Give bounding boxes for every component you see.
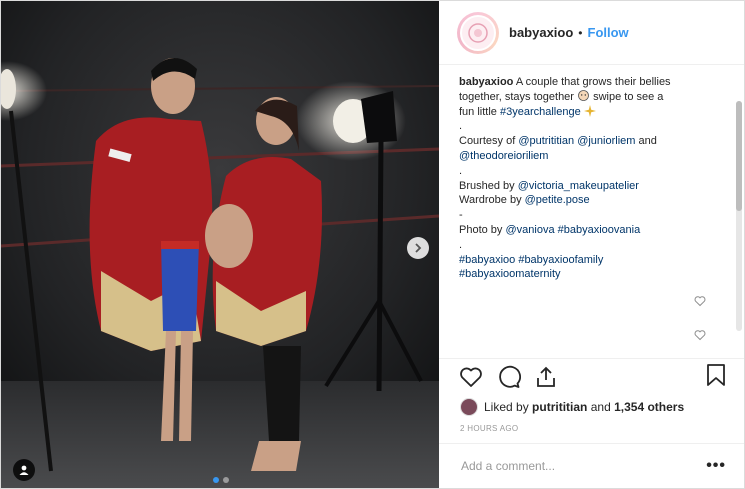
carousel-dot	[223, 477, 229, 483]
save-button[interactable]	[706, 363, 726, 392]
post-photo	[1, 1, 439, 488]
caption-text: Brushed by	[459, 179, 515, 192]
hashtag-link[interactable]: #3yearchallenge	[500, 106, 581, 118]
instagram-post: babyaxioo • Follow babyaxioo A couple th…	[0, 0, 745, 489]
mention-link[interactable]: @petite.pose	[525, 194, 590, 206]
post-header: babyaxioo • Follow	[439, 1, 744, 65]
profile-avatar[interactable]	[457, 11, 499, 54]
post-sidebar: babyaxioo • Follow babyaxioo A couple th…	[439, 1, 744, 488]
add-comment-bar: •••	[439, 443, 744, 488]
caption-dot: .	[459, 164, 463, 177]
username-link[interactable]: babyaxioo	[509, 25, 573, 40]
mention-link[interactable]: @victoria_makeupatelier	[518, 180, 639, 192]
sparkle-emoji-icon	[583, 104, 596, 117]
next-photo-button[interactable]	[407, 237, 429, 259]
mention-link[interactable]: @vaniova	[505, 224, 554, 236]
share-button[interactable]	[535, 366, 557, 388]
comments-scroll-thumb[interactable]	[736, 101, 742, 211]
post-media[interactable]	[1, 1, 439, 488]
caption-text: Photo by	[459, 223, 503, 236]
hashtag-link[interactable]: #babyaxioovania	[558, 224, 641, 236]
caption-text: together, stays together	[459, 90, 574, 103]
baby-emoji-icon	[578, 89, 589, 101]
caption-text: Wardrobe by	[459, 194, 522, 207]
separator-dot: •	[578, 25, 583, 40]
avatar-logo	[460, 14, 496, 51]
share-icon	[537, 366, 555, 387]
comment-icon	[499, 365, 521, 388]
user-tag-icon	[19, 465, 29, 475]
like-button[interactable]	[459, 366, 483, 388]
liker-username[interactable]: putrititian	[532, 400, 587, 414]
carousel-indicator	[213, 477, 229, 483]
heart-icon	[460, 367, 482, 387]
more-options-button[interactable]: •••	[706, 457, 726, 475]
caption-dash: -	[459, 209, 463, 222]
likes-count[interactable]: 1,354 others	[614, 400, 684, 414]
comment-input[interactable]	[459, 458, 693, 474]
likes-and: and	[590, 400, 611, 414]
user-tag-button[interactable]	[13, 459, 35, 481]
mention-link[interactable]: @theodoreioriliem	[459, 150, 548, 162]
caption-text: A couple that grows their bellies	[515, 76, 671, 88]
mention-link[interactable]: @juniorliem	[577, 135, 635, 147]
likes-prefix: Liked by	[484, 400, 529, 414]
bookmark-icon	[707, 363, 725, 386]
carousel-dot-active	[213, 477, 219, 483]
action-bar	[439, 358, 744, 395]
caption-text: Courtesy of	[459, 135, 516, 148]
chevron-right-icon	[415, 243, 422, 253]
likes-summary: Liked by putrititian and 1,354 others	[439, 395, 744, 419]
caption-dot: .	[459, 238, 463, 251]
comment-button[interactable]	[497, 365, 521, 389]
comment-like-heart-icon[interactable]	[694, 295, 706, 307]
follow-button[interactable]: Follow	[588, 25, 629, 40]
caption-area: babyaxioo A couple that grows their bell…	[439, 65, 744, 358]
logo-icon	[468, 22, 488, 43]
liker-avatar[interactable]	[460, 398, 478, 416]
caption-username[interactable]: babyaxioo	[459, 76, 513, 88]
post-timestamp[interactable]: 2 HOURS AGO	[439, 419, 744, 437]
comment-like-heart-icon[interactable]	[694, 329, 706, 341]
hashtag-link[interactable]: #babyaxioo #babyaxioofamily	[459, 254, 603, 266]
hashtag-link[interactable]: #babyaxioomaternity	[459, 268, 561, 280]
caption-text: fun little	[459, 105, 497, 118]
caption-dot: .	[459, 120, 463, 133]
caption-text: and	[638, 135, 657, 148]
mention-link[interactable]: @putrititian	[518, 135, 574, 147]
caption-text: swipe to see a	[593, 90, 664, 103]
